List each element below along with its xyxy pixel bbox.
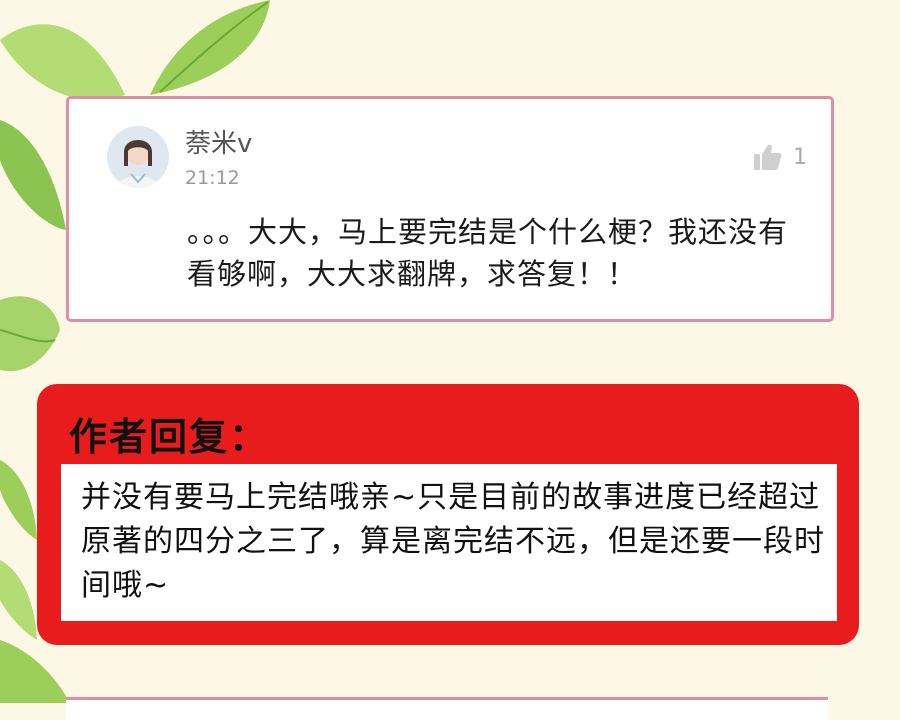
like-button[interactable]: 1: [753, 143, 807, 171]
comment-time: 21:12: [185, 167, 240, 189]
avatar[interactable]: [107, 126, 169, 188]
author-reply-title: 作者回复：: [69, 415, 270, 459]
like-count: 1: [793, 144, 807, 170]
thumbs-up-icon: [754, 144, 782, 170]
next-comment-card-edge: [66, 697, 828, 720]
comment-card: 萘米v 21:12 1 。。。大大，马上要完结是个什么梗？我还没有看够啊，大大求…: [66, 96, 834, 322]
author-reply-panel: 并没有要马上完结哦亲~只是目前的故事进度已经超过原著的四分之三了，算是离完结不远…: [61, 464, 837, 621]
username[interactable]: 萘米v: [185, 123, 252, 160]
author-reply-box: 作者回复： 并没有要马上完结哦亲~只是目前的故事进度已经超过原著的四分之三了，算…: [37, 384, 859, 645]
comment-text: 。。。大大，马上要完结是个什么梗？我还没有看够啊，大大求翻牌，求答复！！: [187, 215, 789, 291]
author-reply-text: 并没有要马上完结哦亲~只是目前的故事进度已经超过原著的四分之三了，算是离完结不远…: [81, 480, 825, 603]
